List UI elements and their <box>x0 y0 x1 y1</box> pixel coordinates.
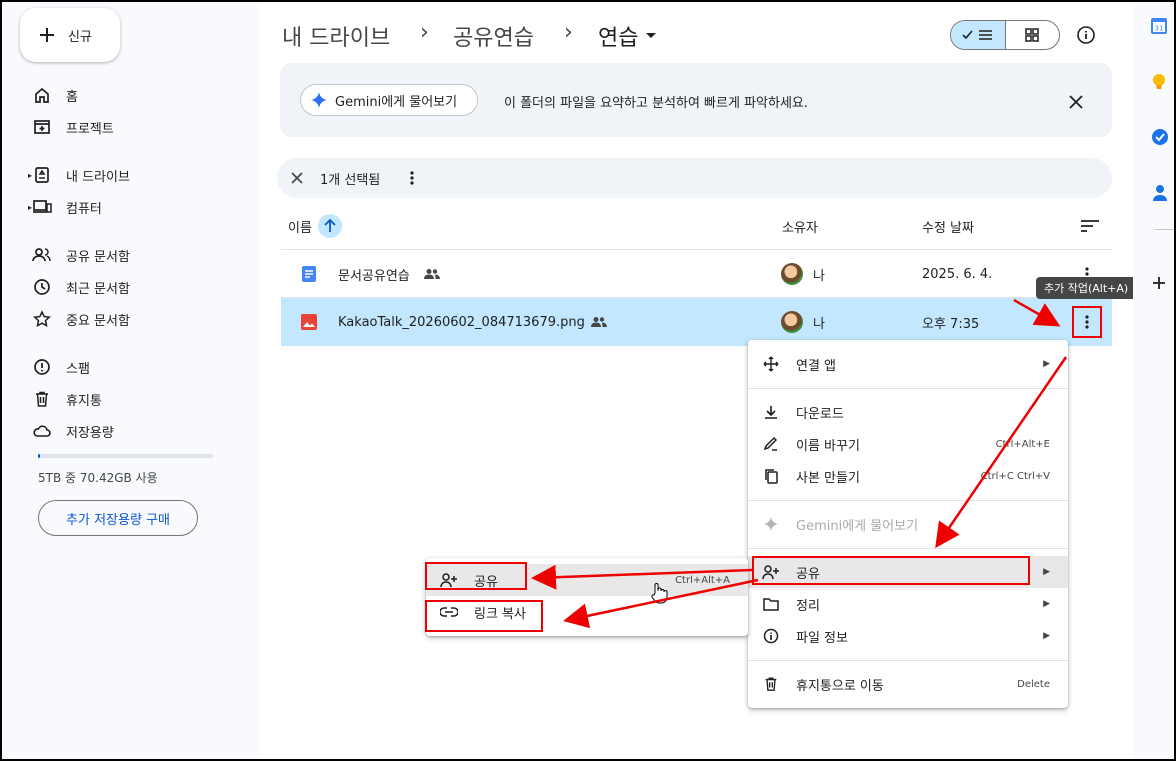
side-panel-rail: 31 <box>1133 2 1174 759</box>
tasks-icon[interactable] <box>1151 128 1169 146</box>
calendar-icon[interactable]: 31 <box>1151 18 1167 34</box>
keep-icon[interactable] <box>1152 73 1166 91</box>
rail-divider <box>1155 229 1173 230</box>
add-addon-icon[interactable] <box>1152 276 1166 290</box>
annotation-arrows <box>531 298 1068 629</box>
contacts-icon[interactable] <box>1153 184 1167 202</box>
app-window: 신규 홈 프로젝트 ▸ 내 드라이브 ▸ 컴퓨터 공유 문서함 최근 문서함 중… <box>0 0 1176 761</box>
svg-text:31: 31 <box>1155 25 1164 33</box>
